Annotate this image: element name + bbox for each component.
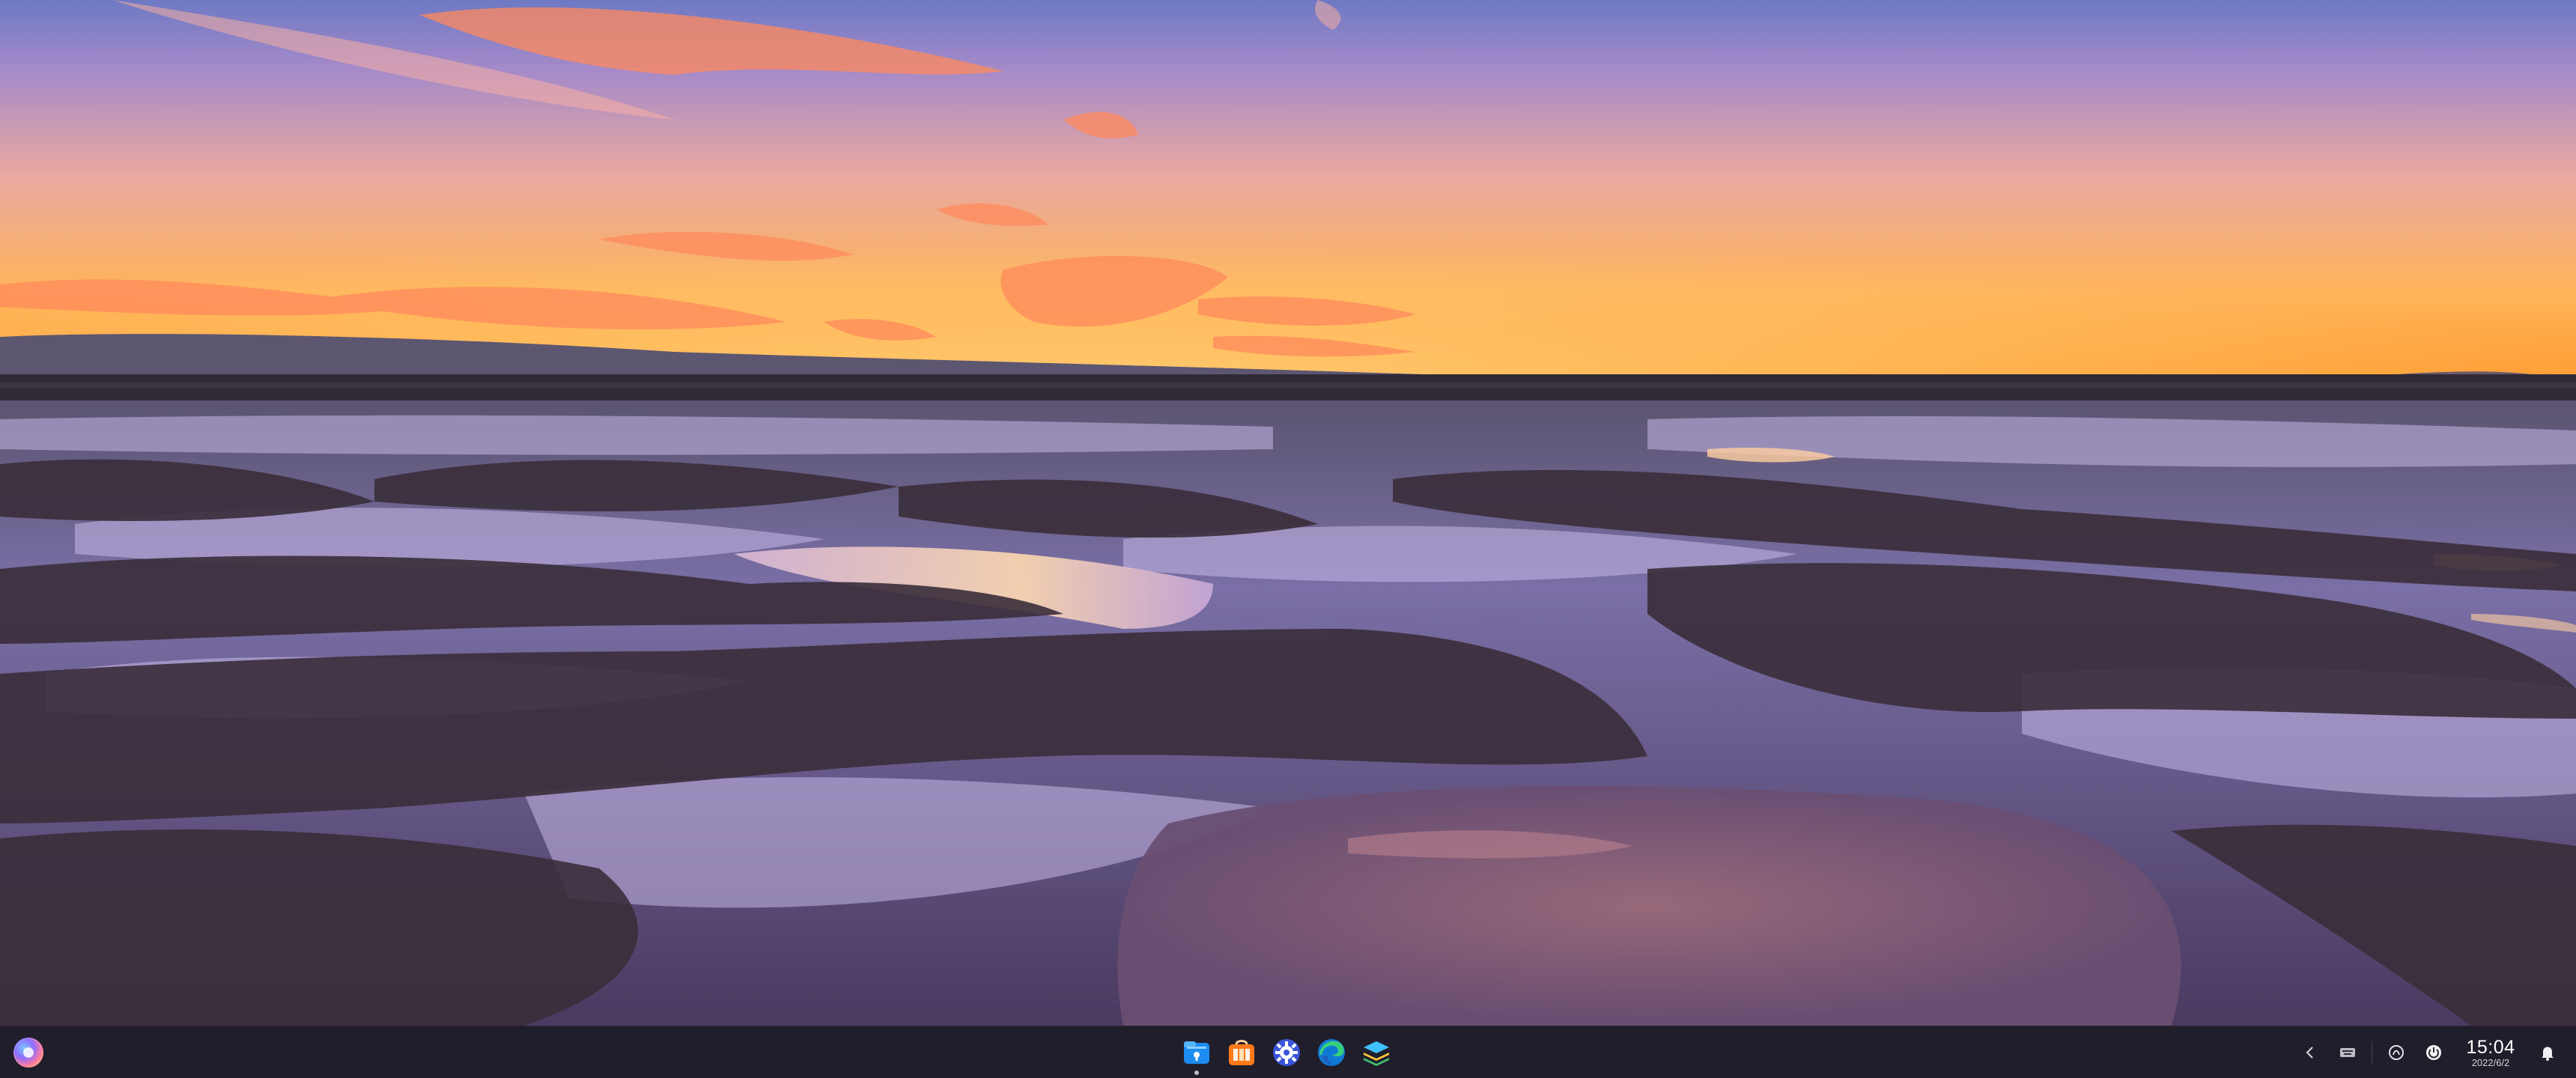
- dock-item-layers-app[interactable]: [1358, 1035, 1394, 1071]
- desktop: 15:04 2022/6/2: [0, 0, 2576, 1078]
- power-icon: [2426, 1045, 2441, 1060]
- taskbar: 15:04 2022/6/2: [0, 1026, 2576, 1078]
- launcher-center: [23, 1047, 34, 1058]
- dock-item-settings[interactable]: [1269, 1035, 1304, 1071]
- launcher-icon[interactable]: [13, 1038, 43, 1068]
- tray-expand-button[interactable]: [2297, 1039, 2324, 1066]
- dock-item-edge-browser[interactable]: [1313, 1035, 1349, 1071]
- file-manager-icon: [1184, 1041, 1209, 1064]
- tray-notification-button[interactable]: [2534, 1039, 2561, 1066]
- wallpaper-sunset-salt-flats: [0, 0, 2576, 1026]
- tray-power-button[interactable]: [2420, 1039, 2447, 1066]
- tray-keyboard-button[interactable]: [2334, 1039, 2361, 1066]
- clock-date: 2022/6/2: [2471, 1057, 2510, 1068]
- settings-gear-icon: [1273, 1039, 1300, 1066]
- app-store-icon: [1229, 1040, 1254, 1065]
- dock-item-file-manager[interactable]: [1179, 1035, 1215, 1075]
- keyboard-icon: [2340, 1048, 2355, 1057]
- bell-icon: [2542, 1047, 2554, 1061]
- clock-time: 15:04: [2466, 1037, 2515, 1058]
- clock[interactable]: 15:04 2022/6/2: [2458, 1037, 2524, 1068]
- edge-browser-icon: [1318, 1039, 1345, 1066]
- tray-assistant-button[interactable]: [2383, 1039, 2410, 1066]
- chevron-left-icon: [2306, 1047, 2313, 1059]
- running-indicator: [1194, 1071, 1199, 1075]
- system-tray: 15:04 2022/6/2: [2297, 1026, 2561, 1078]
- dock: [1179, 1035, 1394, 1075]
- assistant-icon: [2389, 1045, 2404, 1060]
- layers-icon: [1364, 1041, 1389, 1066]
- dock-item-app-store[interactable]: [1224, 1035, 1260, 1071]
